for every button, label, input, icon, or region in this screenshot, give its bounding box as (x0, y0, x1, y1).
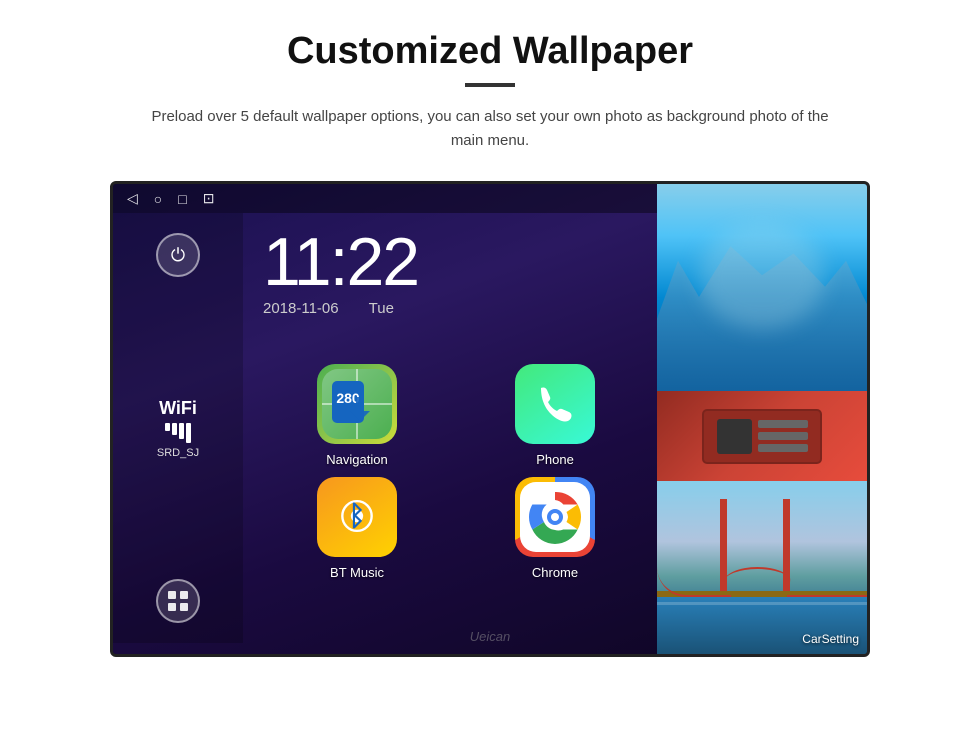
ice-glow (699, 225, 825, 329)
clock-day: Tue (369, 300, 394, 317)
chrome-icon (515, 477, 595, 557)
wifi-bar-1 (165, 423, 170, 431)
phone-label: Phone (536, 452, 574, 467)
sidebar-top: ⏻ (156, 233, 200, 277)
page-title: Customized Wallpaper (60, 30, 920, 73)
wifi-bar-2 (172, 423, 177, 435)
android-screen: ◁ ○ □ ⊡ ⬥ ▼ 11:22 ⏻ (113, 184, 867, 654)
nav-map-svg: 280 (322, 369, 392, 439)
page-container: Customized Wallpaper Preload over 5 defa… (0, 0, 980, 677)
carsetting-label[interactable]: CarSetting (802, 632, 859, 646)
wifi-info: WiFi SRD_SJ (157, 398, 199, 459)
app-item-phone[interactable]: Phone (461, 364, 649, 467)
grid-icon (167, 590, 189, 612)
overlay-image-mid (657, 391, 867, 481)
clock-date: 2018-11-06 Tue (263, 300, 418, 317)
clock-time: 11:22 (263, 228, 418, 296)
device-frame: ◁ ○ □ ⊡ ⬥ ▼ 11:22 ⏻ (110, 181, 870, 657)
app-item-chrome[interactable]: Chrome (461, 477, 649, 580)
chrome-label: Chrome (532, 565, 578, 580)
radio-body (702, 409, 822, 464)
app-item-bt-music[interactable]: ⦿ ᛒ BT Music (263, 477, 451, 580)
clock-block: 11:22 2018-11-06 Tue (263, 228, 418, 317)
recents-icon[interactable]: □ (178, 191, 186, 207)
wifi-ssid: SRD_SJ (157, 447, 199, 459)
status-bar-left: ◁ ○ □ ⊡ (127, 190, 214, 207)
left-sidebar: ⏻ WiFi SRD_SJ (113, 213, 243, 643)
clock-date-value: 2018-11-06 (263, 300, 339, 317)
radio-buttons (758, 420, 808, 452)
chrome-svg (520, 482, 590, 552)
overlay-image-top (657, 184, 867, 391)
overlay-image-bottom: CarSetting (657, 481, 867, 654)
screenshot-icon[interactable]: ⊡ (203, 190, 215, 207)
wifi-label: WiFi (157, 398, 199, 419)
bt-music-icon: ⦿ ᛒ (317, 477, 397, 557)
page-subtitle: Preload over 5 default wallpaper options… (140, 105, 840, 153)
right-overlay: CarSetting (657, 184, 867, 654)
title-divider (465, 83, 515, 87)
navigation-icon: 280 (317, 364, 397, 444)
apps-grid-button[interactable] (156, 579, 200, 623)
phone-icon (515, 364, 595, 444)
bt-music-label: BT Music (330, 565, 384, 580)
home-icon[interactable]: ○ (154, 191, 162, 207)
app-item-navigation[interactable]: 280 Navigation (263, 364, 451, 467)
navigation-label: Navigation (326, 452, 387, 467)
cable-2 (724, 567, 791, 597)
back-icon[interactable]: ◁ (127, 190, 138, 207)
radio-screen (717, 419, 752, 454)
bt-svg: ⦿ ᛒ (337, 495, 377, 539)
power-button[interactable]: ⏻ (156, 233, 200, 277)
phone-svg (533, 382, 577, 426)
svg-text:ᛒ: ᛒ (349, 500, 366, 531)
wifi-bar-3 (179, 423, 184, 439)
wifi-bar-4 (186, 423, 191, 443)
wifi-bars (157, 423, 199, 443)
bridge-scene (657, 481, 867, 654)
power-icon: ⏻ (171, 245, 185, 266)
cable-3 (787, 572, 867, 597)
water-ripple (657, 602, 867, 605)
